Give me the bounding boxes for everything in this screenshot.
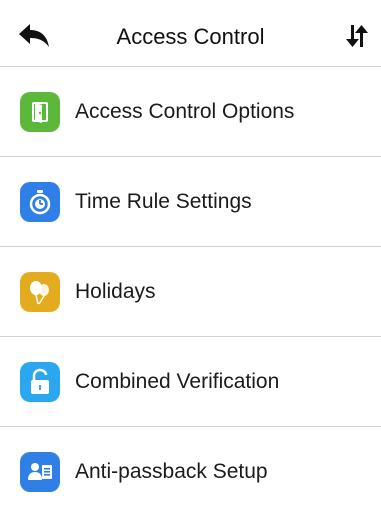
menu-item-time-rule-settings[interactable]: Time Rule Settings [0,157,381,246]
menu-item-label: Combined Verification [75,369,280,393]
menu-item-access-control-options[interactable]: Access Control Options [0,67,381,156]
menu-item-combined-verification[interactable]: Combined Verification [0,337,381,426]
unlock-icon [20,361,60,402]
menu-item-anti-passback-setup[interactable]: Anti-passback Setup [0,427,381,509]
menu-item-label: Holidays [75,279,156,303]
page-title: Access Control [116,24,265,49]
stopwatch-icon [20,181,60,222]
menu-item-holidays[interactable]: Holidays [0,247,381,336]
access-control-screen: Access Control Access Control Options Ti… [0,0,381,509]
menu-item-label: Anti-passback Setup [75,459,268,483]
door-icon [20,91,60,132]
back-arrow-icon [17,23,51,54]
header-bar: Access Control [0,0,381,68]
balloons-icon [20,271,60,312]
menu-item-label: Time Rule Settings [75,189,252,213]
sort-arrows-icon [344,23,370,54]
back-button[interactable] [14,20,54,56]
users-icon [20,451,60,492]
sort-button[interactable] [337,20,377,56]
menu-list: Access Control Options Time Rule Setting… [0,66,381,509]
menu-item-label: Access Control Options [75,99,295,123]
